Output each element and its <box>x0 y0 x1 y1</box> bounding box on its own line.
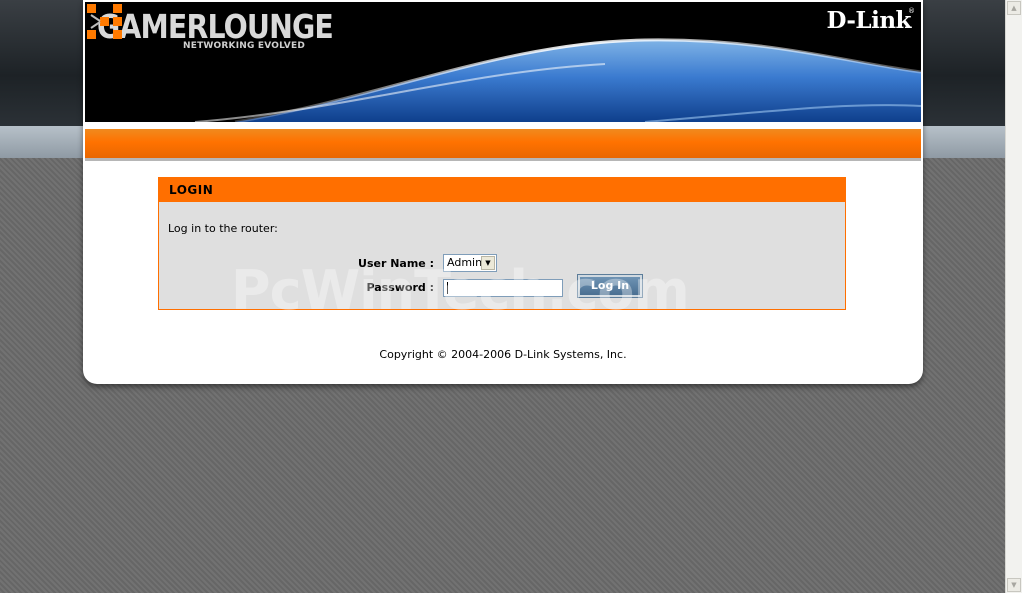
orange-square-grid-icon <box>87 4 122 39</box>
copyright-text: Copyright © 2004-2006 D-Link Systems, In… <box>379 348 627 361</box>
dlink-registered-mark: ® <box>908 7 915 15</box>
login-instruction: Log in to the router: <box>168 222 278 235</box>
scroll-up-arrow-icon[interactable]: ▲ <box>1007 1 1021 15</box>
watermark: PcWinTech.com <box>231 259 690 322</box>
scroll-down-arrow-icon[interactable]: ▼ <box>1007 578 1021 592</box>
brand-tagline: NETWORKING EVOLVED <box>183 41 305 51</box>
login-header: LOGIN <box>159 178 845 202</box>
brand-name: GAMERLOUNGE <box>97 7 334 46</box>
dlink-logo: D-Link <box>826 7 912 34</box>
orange-nav-bar <box>85 129 921 161</box>
header-banner: GAMERLOUNGE NETWORKING EVOLVED D-Link ® <box>85 2 921 122</box>
main-panel: GAMERLOUNGE NETWORKING EVOLVED D-Link ® … <box>83 0 923 384</box>
vertical-scrollbar[interactable]: ▲ ▼ <box>1005 0 1022 593</box>
